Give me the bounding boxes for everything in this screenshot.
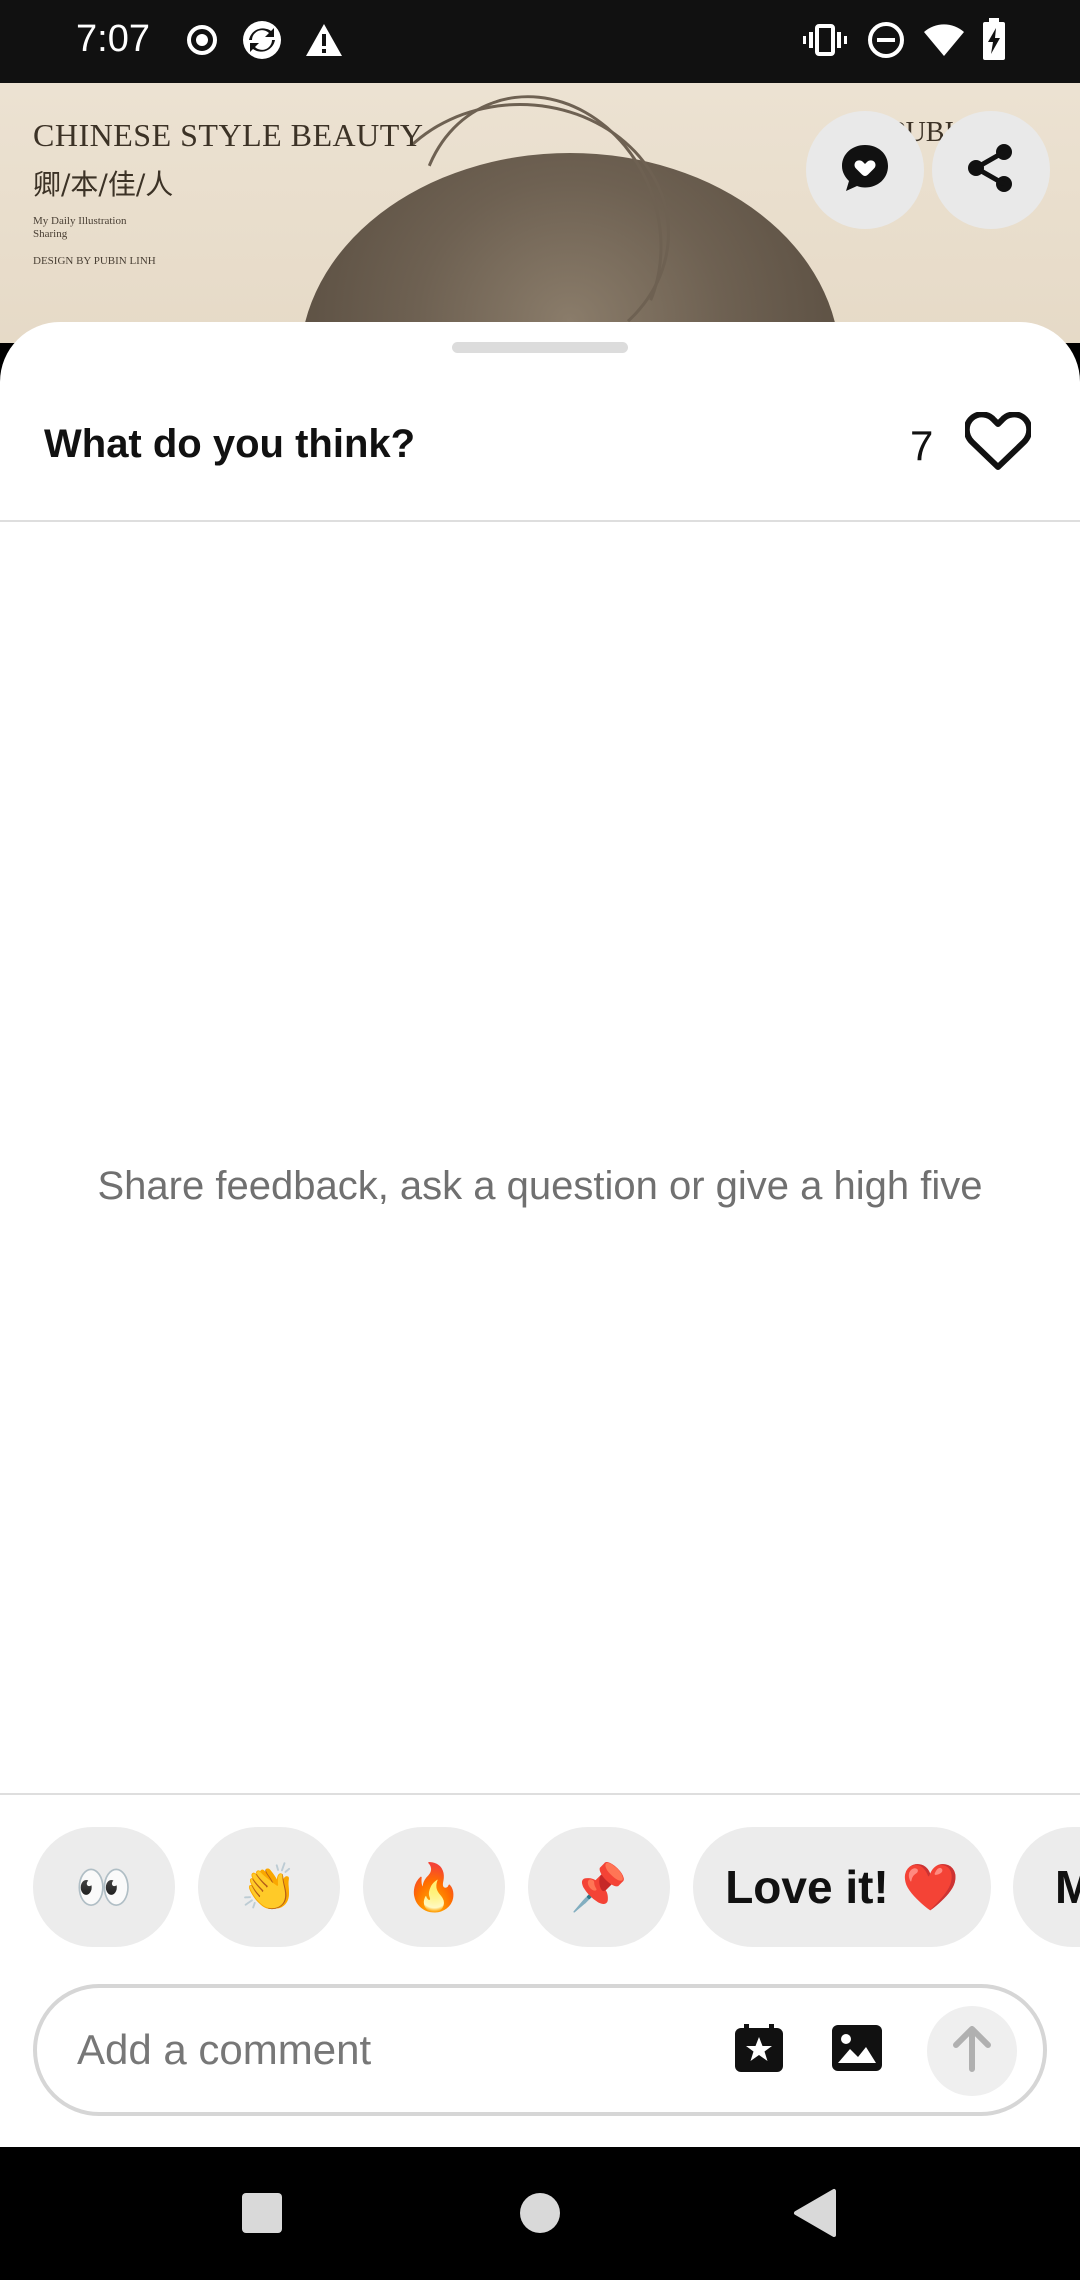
pin-subtitle-2: Sharing xyxy=(33,228,68,240)
drag-handle[interactable] xyxy=(452,342,628,353)
status-bar: 7:07 xyxy=(0,0,1080,83)
sync-icon xyxy=(240,18,284,62)
image-icon xyxy=(830,2023,884,2078)
arrow-up-icon xyxy=(950,2025,994,2078)
share-icon xyxy=(964,141,1018,200)
sticker-star-icon xyxy=(732,2021,786,2080)
home-button[interactable] xyxy=(500,2175,580,2255)
message-button[interactable] xyxy=(806,111,924,229)
comments-sheet: What do you think? 7 Share feedback, ask… xyxy=(0,322,1080,2147)
reaction-chip-clap[interactable]: 👏 xyxy=(198,1827,340,1947)
wifi-icon xyxy=(922,18,966,62)
pin-subtitle-1: My Daily Illustration xyxy=(33,215,127,227)
share-button[interactable] xyxy=(932,111,1050,229)
recents-button[interactable] xyxy=(222,2175,302,2255)
back-triangle-icon xyxy=(792,2188,838,2243)
message-icon xyxy=(838,141,892,200)
pin-credit: DESIGN BY PUBIN LINH xyxy=(33,255,156,267)
reaction-chip-eyes[interactable]: 👀 xyxy=(33,1827,175,1947)
vibrate-icon xyxy=(803,18,847,62)
like-count: 7 xyxy=(910,422,934,469)
reaction-chip-fire[interactable]: 🔥 xyxy=(363,1827,505,1947)
recents-square-icon xyxy=(239,2190,285,2241)
home-circle-icon xyxy=(517,2190,563,2241)
pin-title-cn: 卿/本/佳/人 xyxy=(33,168,174,201)
radio-icon xyxy=(180,18,224,62)
empty-comments-message: Share feedback, ask a question or give a… xyxy=(97,1164,983,1208)
like-button[interactable] xyxy=(962,408,1034,480)
pin-title-en: CHINESE STYLE BEAUTY xyxy=(33,117,424,153)
back-button[interactable] xyxy=(775,2175,855,2255)
image-button[interactable] xyxy=(825,2018,889,2082)
reaction-chip-love-it[interactable]: Love it! ❤️ xyxy=(693,1827,991,1947)
pin-image[interactable]: CHINESE STYLE BEAUTY 卿/本/佳/人 My Daily Il… xyxy=(0,83,1080,343)
reaction-chip-more[interactable]: M xyxy=(1013,1827,1080,1947)
comment-box xyxy=(33,1984,1047,2116)
status-time: 7:07 xyxy=(76,18,150,60)
battery-charging-icon xyxy=(972,18,1016,62)
reaction-chip-pin[interactable]: 📌 xyxy=(528,1827,670,1947)
navigation-bar xyxy=(0,2147,1080,2280)
sheet-header: What do you think? 7 xyxy=(0,374,1080,522)
heart-outline-icon xyxy=(963,410,1033,477)
comment-input[interactable] xyxy=(77,2018,677,2082)
alert-icon xyxy=(302,18,346,62)
sticker-button[interactable] xyxy=(727,2018,791,2082)
quick-reactions: 👀 👏 🔥 📌 Love it! ❤️ M xyxy=(0,1827,1080,1949)
do-not-disturb-icon xyxy=(864,18,908,62)
sheet-title: What do you think? xyxy=(44,422,416,466)
send-button[interactable] xyxy=(927,2006,1017,2096)
divider xyxy=(0,1793,1080,1795)
